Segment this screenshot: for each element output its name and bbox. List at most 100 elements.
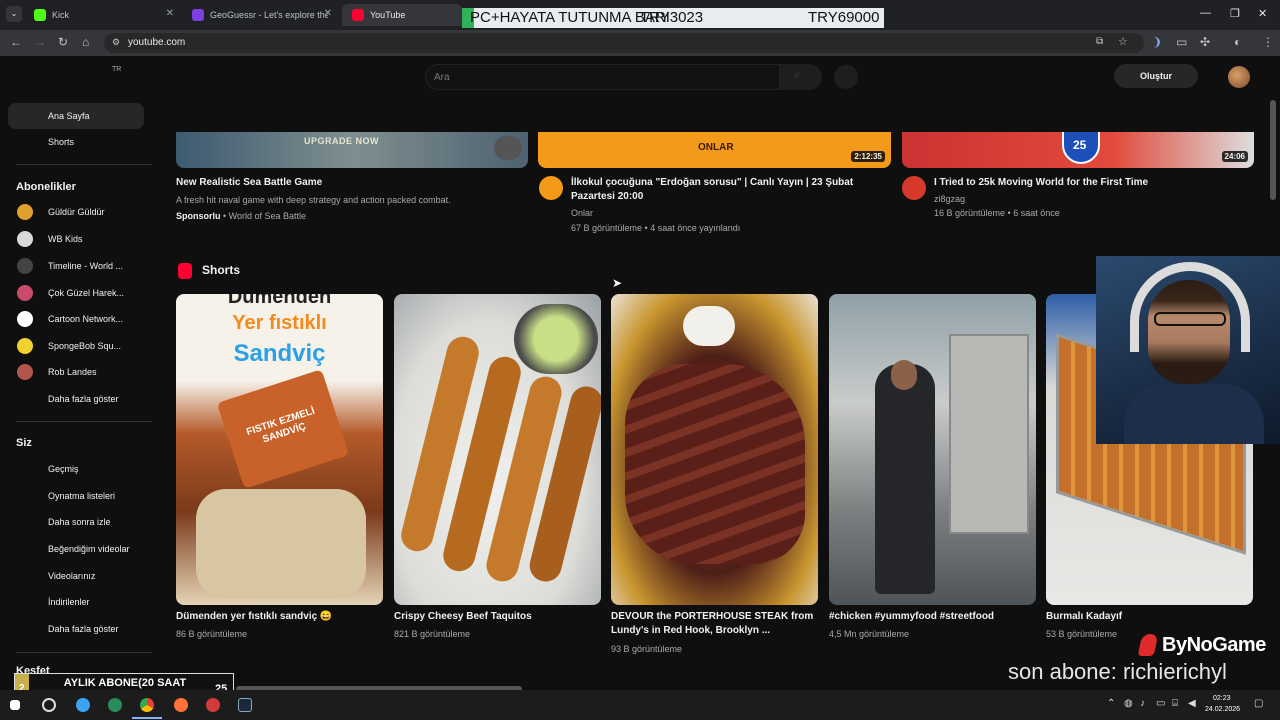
you-header: Siz: [16, 437, 32, 449]
short-thumbnail[interactable]: [394, 294, 601, 605]
short-views: 821 B görüntüleme: [394, 629, 471, 639]
tab-title: YouTube: [370, 10, 406, 20]
sidebar-item-playlists[interactable]: Oynatma listeleri: [8, 483, 144, 509]
sidebar-item-label: Daha sonra izle: [48, 517, 111, 527]
menu-dots-icon[interactable]: ⋮: [1262, 35, 1274, 49]
short-title[interactable]: Crispy Cheesy Beef Taquitos: [394, 610, 599, 624]
sidebar-item-history[interactable]: Geçmiş: [8, 456, 144, 482]
bookmark-star-icon[interactable]: ☆: [1118, 35, 1128, 48]
restore-icon[interactable]: ❐: [1230, 7, 1240, 20]
site-info-icon[interactable]: ⚙: [112, 37, 120, 48]
network-icon[interactable]: ⌸: [1172, 698, 1178, 709]
show-more-you[interactable]: Daha fazla göster: [8, 616, 144, 642]
sidebar-item-shorts[interactable]: Shorts: [8, 129, 144, 155]
clock-time[interactable]: 02:23: [1213, 695, 1231, 702]
extensions-puzzle-icon[interactable]: ✣: [1200, 35, 1210, 49]
search-input[interactable]: Ara: [425, 64, 780, 90]
close-tab-icon[interactable]: ✕: [324, 8, 332, 19]
play-button-icon: [494, 136, 522, 160]
forward-icon[interactable]: →: [34, 35, 46, 49]
short-title[interactable]: Dümenden yer fıstıklı sandviç 😄: [176, 610, 381, 624]
windows-start-icon[interactable]: [10, 700, 20, 710]
channel-name[interactable]: zi8gzag: [934, 192, 965, 206]
sidebar-item-subscription[interactable]: Çok Güzel Harek...: [8, 280, 144, 306]
home-icon[interactable]: ⌂: [82, 35, 89, 49]
video-meta: 67 B görüntüleme • 4 saat önce yayınland…: [571, 223, 741, 233]
tray-icon[interactable]: ▭: [1156, 698, 1165, 709]
short-thumbnail[interactable]: Dümenden Yer fıstıklı Sandviç FISTIK EZM…: [176, 294, 383, 605]
shorts-header: Shorts: [202, 263, 241, 277]
chrome-icon[interactable]: [140, 698, 154, 712]
close-tab-icon[interactable]: ✕: [166, 8, 174, 19]
sidebar-item-liked-videos[interactable]: Beğendiğim videolar: [8, 536, 144, 562]
short-title[interactable]: Burmalı Kadayıf: [1046, 610, 1251, 624]
app-icon[interactable]: [76, 698, 90, 712]
tab-youtube[interactable]: YouTube: [342, 4, 462, 26]
address-bar[interactable]: ⚙ youtube.com ⧉ ☆: [104, 33, 1144, 53]
short-title[interactable]: DEVOUR the PORTERHOUSE STEAK from Lundy'…: [611, 610, 816, 638]
sidebar-item-downloads[interactable]: İndirilenler: [8, 589, 144, 615]
subscriptions-header: Abonelikler: [16, 181, 76, 193]
close-window-icon[interactable]: ✕: [1258, 7, 1267, 20]
search-button[interactable]: ⌕: [780, 64, 822, 90]
short-views: 53 B görüntüleme: [1046, 629, 1118, 639]
search-icon[interactable]: [42, 698, 56, 712]
voice-search-button[interactable]: [834, 65, 858, 89]
video-title[interactable]: İlkokul çocuğuna "Erdoğan sorusu" | Canl…: [571, 176, 881, 204]
notification-icon[interactable]: ▢: [1254, 698, 1263, 709]
channel-avatar[interactable]: [539, 176, 563, 200]
app-icon[interactable]: [206, 698, 220, 712]
tab-search-icon[interactable]: ⌄: [6, 6, 22, 22]
steam-icon[interactable]: [238, 698, 252, 712]
streamer-body: [1124, 384, 1264, 444]
sidebar-item-home[interactable]: Ana Sayfa: [8, 103, 144, 129]
profile-icon[interactable]: ◐: [1234, 35, 1241, 49]
tab-kick[interactable]: Kick ✕: [24, 4, 180, 26]
show-more-subscriptions[interactable]: Daha fazla göster: [8, 386, 144, 412]
video-thumbnail[interactable]: 25 24:06: [902, 132, 1254, 168]
scrollbar-thumb[interactable]: [1270, 100, 1276, 200]
cast-icon[interactable]: ▭: [1176, 35, 1187, 49]
video-thumbnail[interactable]: ONLAR 2:12:35: [538, 132, 891, 168]
firefox-icon[interactable]: [174, 698, 188, 712]
extension-icon[interactable]: ❩: [1152, 35, 1162, 49]
sidebar-item-subscription[interactable]: WB Kids: [8, 226, 144, 252]
flame-icon: [1137, 634, 1159, 656]
avatar[interactable]: [1228, 66, 1250, 88]
sidebar-item-label: SpongeBob Squ...: [48, 341, 122, 351]
vendor-person: [875, 364, 935, 594]
guacamole-bowl: [514, 304, 598, 374]
tab-title: Kick: [52, 10, 70, 20]
sidebar-item-subscription[interactable]: Güldür Güldür: [8, 199, 144, 225]
back-icon[interactable]: ←: [10, 35, 22, 49]
tray-chevron-icon[interactable]: ⌃: [1107, 698, 1115, 709]
tray-icon[interactable]: ♪: [1140, 698, 1145, 709]
sidebar-item-subscription[interactable]: SpongeBob Squ...: [8, 333, 144, 359]
tray-icon[interactable]: ◍: [1124, 698, 1133, 709]
reload-icon[interactable]: ↻: [58, 35, 68, 49]
sidebar-item-subscription[interactable]: Rob Landes: [8, 359, 144, 385]
sidebar-item-watch-later[interactable]: Daha sonra izle: [8, 509, 144, 535]
short-thumbnail[interactable]: [611, 294, 818, 605]
sidebar-item-label: Rob Landes: [48, 367, 97, 377]
tab-geoguessr[interactable]: GeoGuessr - Let's explore the world! ✕: [182, 4, 338, 26]
channel-name[interactable]: Onlar: [571, 206, 593, 220]
video-thumbnail[interactable]: UPGRADE NOW: [176, 132, 528, 168]
video-title[interactable]: I Tried to 25k Moving World for the Firs…: [934, 176, 1254, 190]
channel-avatar[interactable]: [902, 176, 926, 200]
short-title[interactable]: #chicken #yummyfood #streetfood: [829, 610, 1034, 624]
active-app-indicator: [132, 717, 162, 719]
highway-number: 25: [1073, 138, 1087, 152]
clock-date[interactable]: 24.02.2026: [1205, 706, 1240, 713]
short-thumbnail[interactable]: [829, 294, 1036, 605]
video-title[interactable]: New Realistic Sea Battle Game: [176, 176, 516, 190]
sidebar-item-your-videos[interactable]: Videolarınız: [8, 563, 144, 589]
create-button[interactable]: Oluştur: [1114, 64, 1198, 88]
sidebar-item-subscription[interactable]: Timeline - World ...: [8, 253, 144, 279]
sidebar-item-subscription[interactable]: Cartoon Network...: [8, 306, 144, 332]
minimize-icon[interactable]: —: [1200, 7, 1211, 19]
sidebar-item-label: Videolarınız: [48, 571, 96, 581]
app-icon[interactable]: [108, 698, 122, 712]
install-icon[interactable]: ⧉: [1096, 36, 1103, 47]
speaker-icon[interactable]: ◀: [1188, 698, 1196, 709]
